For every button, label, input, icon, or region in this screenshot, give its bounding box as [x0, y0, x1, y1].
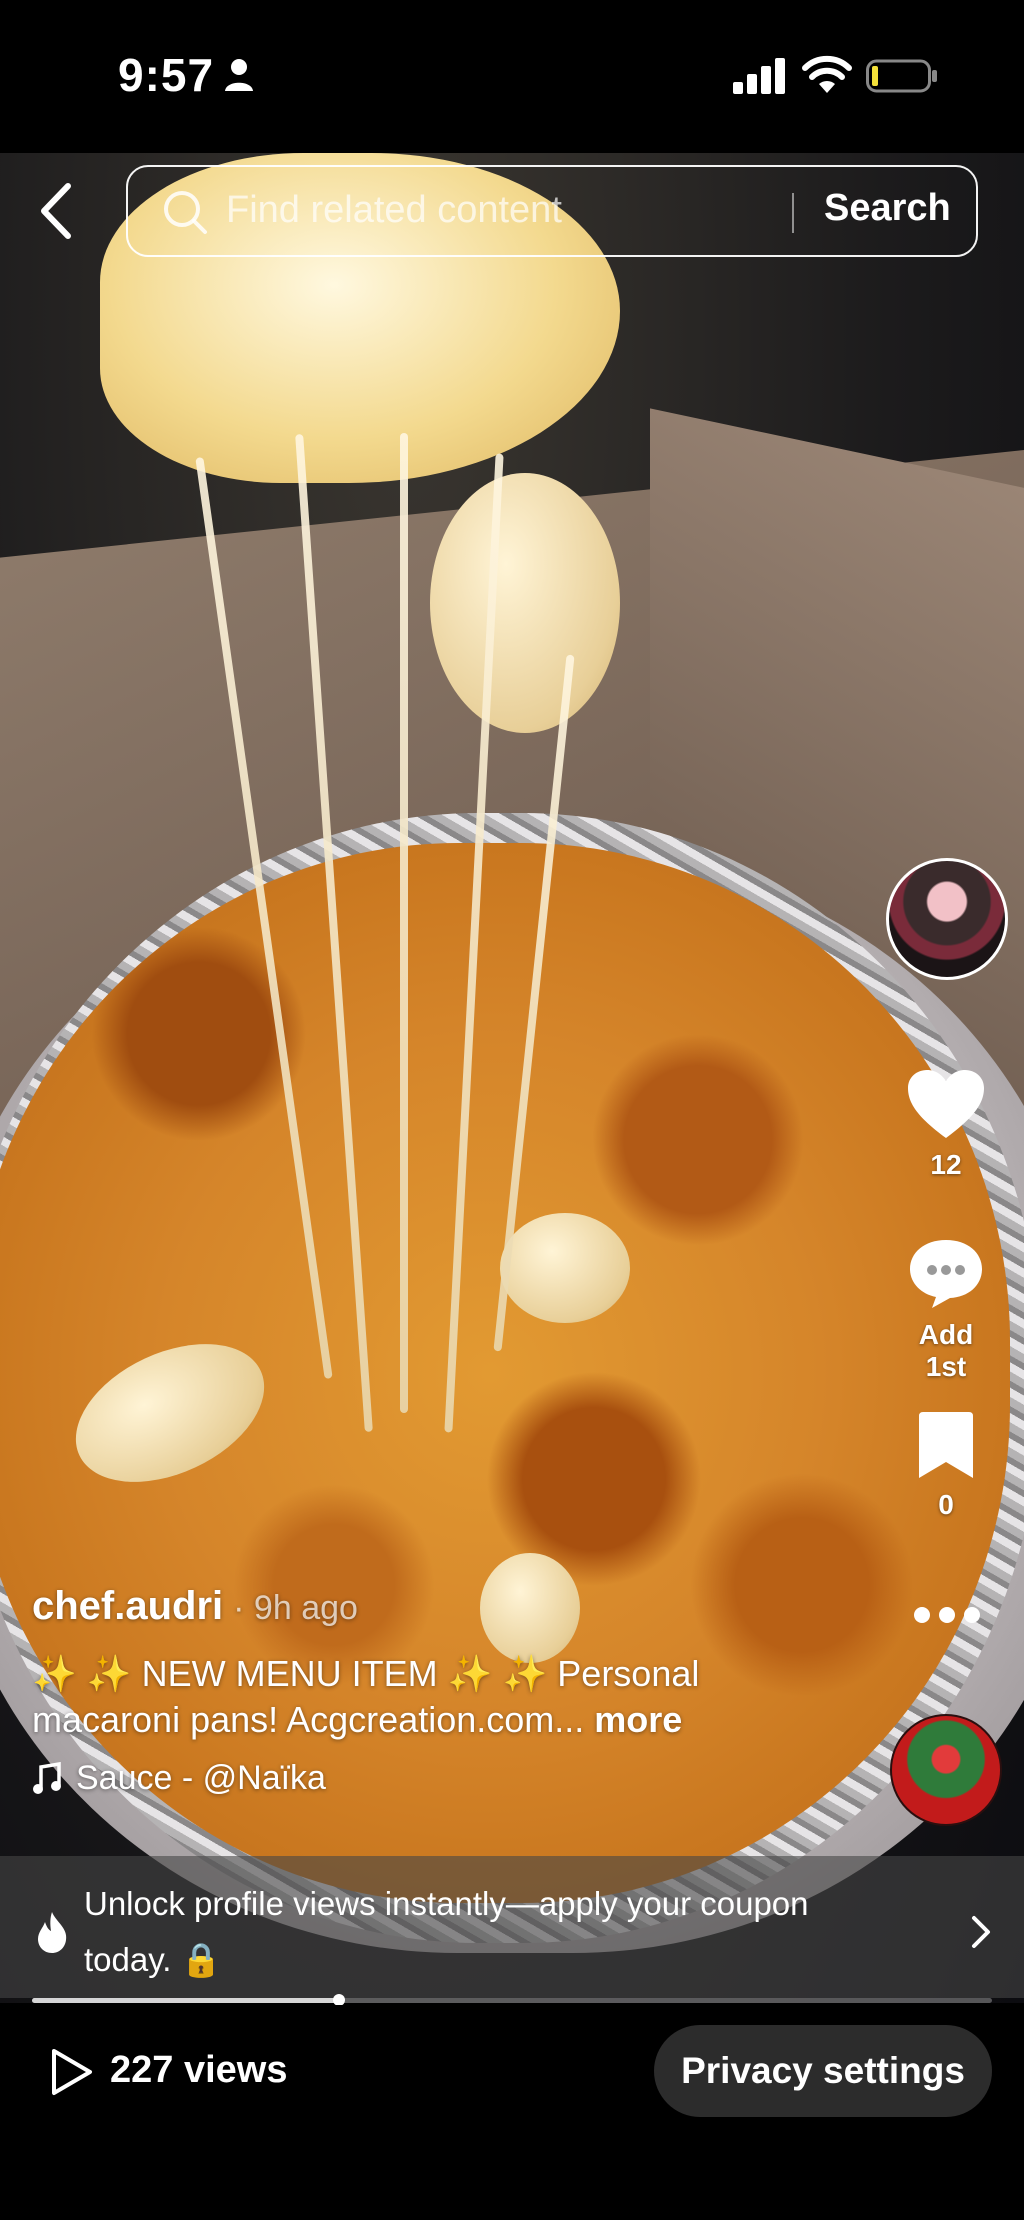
- music-row[interactable]: Sauce - @Naïka: [32, 1759, 792, 1798]
- progress-fill: [32, 1998, 340, 2003]
- noodle: [430, 473, 620, 733]
- wifi-icon: [802, 55, 852, 93]
- post-caption: chef.audri · 9h ago ✨ ✨ NEW MENU ITEM ✨ ✨…: [32, 1584, 792, 1798]
- author-name[interactable]: chef.audri: [32, 1584, 223, 1628]
- view-count: 227 views: [110, 2049, 288, 2091]
- banner-text: Unlock profile views instantly—apply you…: [84, 1885, 809, 1978]
- post-time: · 9h ago: [233, 1589, 358, 1627]
- cheese-string: [400, 433, 408, 1413]
- privacy-settings-button[interactable]: Privacy settings: [654, 2025, 992, 2117]
- comment-count: Add 1st: [918, 1319, 974, 1382]
- bookmark-icon: [919, 1412, 973, 1478]
- creator-avatar[interactable]: [886, 858, 1008, 980]
- back-button[interactable]: [30, 178, 86, 244]
- post-description[interactable]: ✨ ✨ NEW MENU ITEM ✨ ✨ Personal macaroni …: [32, 1651, 792, 1743]
- divider: [792, 193, 794, 233]
- more-options-icon[interactable]: [912, 1604, 982, 1626]
- bookmark-count: 0: [938, 1489, 954, 1520]
- search-icon: [164, 191, 207, 234]
- bookmark-button[interactable]: 0: [896, 1410, 996, 1521]
- flame-icon: [38, 1912, 67, 1953]
- chevron-right-icon: [972, 1916, 990, 1948]
- person-icon: [225, 59, 253, 91]
- like-button[interactable]: 12: [896, 1068, 996, 1181]
- comment-icon: [910, 1240, 982, 1308]
- battery-icon: [866, 59, 937, 93]
- like-count: 12: [930, 1149, 962, 1180]
- comment-button[interactable]: Add 1st: [896, 1236, 996, 1383]
- heart-icon: [908, 1070, 984, 1138]
- music-disc[interactable]: [890, 1714, 1002, 1826]
- search-input[interactable]: Find related content: [226, 189, 562, 232]
- clock: 9:57: [118, 49, 215, 101]
- promo-banner[interactable]: Unlock profile views instantly—apply you…: [0, 1856, 1024, 1998]
- status-bar: 9:57: [0, 0, 1024, 153]
- music-title: Sauce - @Naïka: [76, 1759, 326, 1797]
- bottom-bar: 227 views Privacy settings: [0, 2005, 1024, 2220]
- video-progress-bar[interactable]: [32, 1994, 992, 2006]
- search-button[interactable]: Search: [824, 187, 951, 230]
- noodle: [500, 1213, 630, 1323]
- search-bar[interactable]: Find related content Search: [126, 165, 978, 257]
- music-note-icon: [33, 1761, 61, 1794]
- more-link[interactable]: more: [594, 1699, 682, 1740]
- play-icon: [52, 2049, 92, 2095]
- signal-icon: [733, 58, 785, 94]
